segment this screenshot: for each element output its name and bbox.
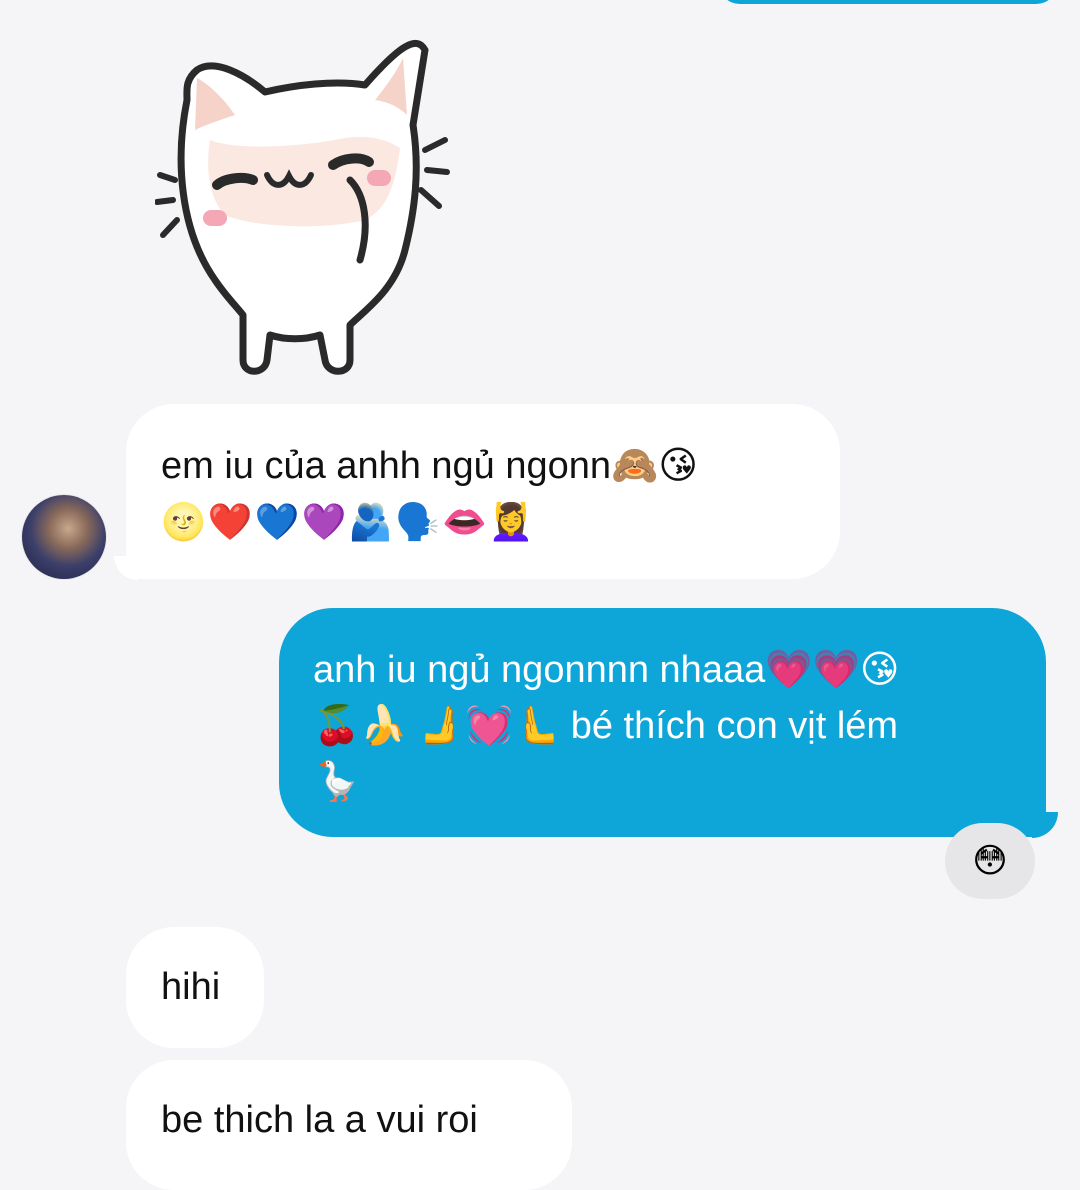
message-text-line: em iu của anhh ngủ ngonn🙈😘: [161, 445, 698, 487]
message-text-line: 🍒🍌 🫸💓🫷 bé thích con vịt lém: [313, 705, 899, 747]
incoming-message-3[interactable]: be thich la a vui roi: [126, 1060, 572, 1190]
flushed-face-icon: 😳: [972, 842, 1008, 880]
contact-avatar[interactable]: [22, 495, 106, 579]
message-text-line: 🪿: [313, 761, 361, 803]
message-text: hihi: [161, 966, 221, 1008]
chat-thread[interactable]: em iu của anhh ngủ ngonn🙈😘 🌝❤️💙💜🫂🗣️👄💆‍♀️…: [0, 0, 1080, 1190]
message-emoji-line: 🌝❤️💙💜🫂🗣️👄💆‍♀️: [161, 501, 536, 542]
outgoing-message-1[interactable]: anh iu ngủ ngonnnn nhaaa💗💗😘 🍒🍌 🫸💓🫷 bé th…: [279, 608, 1046, 837]
incoming-message-2[interactable]: hihi: [126, 927, 264, 1048]
previous-outgoing-bubble[interactable]: [718, 0, 1058, 4]
message-text: be thich la a vui roi: [161, 1099, 478, 1141]
incoming-message-1[interactable]: em iu của anhh ngủ ngonn🙈😘 🌝❤️💙💜🫂🗣️👄💆‍♀️: [126, 404, 840, 579]
message-text-line: anh iu ngủ ngonnnn nhaaa💗💗😘: [313, 649, 900, 691]
cat-sticker-icon[interactable]: [155, 30, 465, 390]
message-reaction-badge[interactable]: 😳: [945, 823, 1035, 899]
